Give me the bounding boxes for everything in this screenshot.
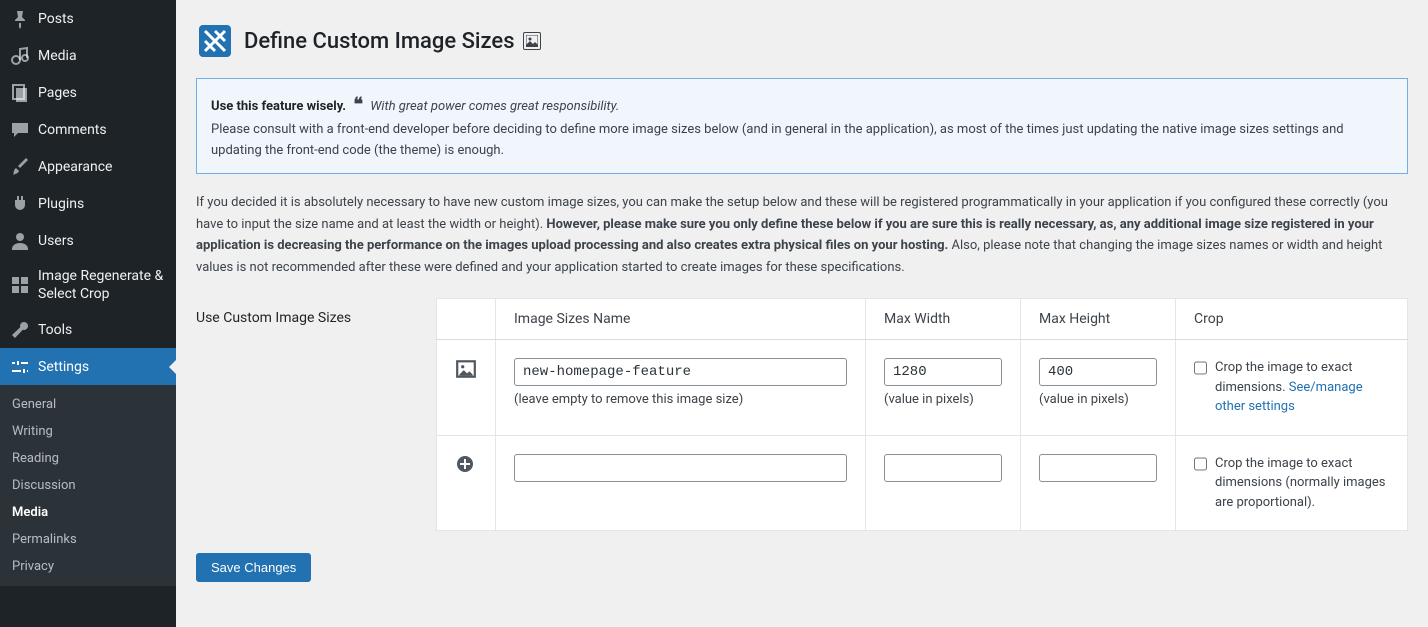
column-header-width: Max Width [866,299,1021,340]
sidebar-item-label: Settings [38,359,89,375]
admin-sidebar: Posts Media Pages Comments Appearance Pl… [0,0,176,627]
crop-label: Crop the image to exact dimensions. See/… [1215,358,1389,417]
sidebar-item-label: Tools [38,322,72,338]
sidebar-item-label: Pages [38,85,77,101]
column-header-crop: Crop [1176,299,1408,340]
sidebar-item-image-regenerate[interactable]: Image Regenerate & Select Crop [0,259,176,311]
submenu-permalinks[interactable]: Permalinks [0,526,176,553]
max-width-note: (value in pixels) [884,392,1002,407]
image-sizes-table: Image Sizes Name Max Width Max Height Cr… [436,298,1408,531]
sidebar-item-label: Posts [38,11,74,27]
quote-icon: ❝ [353,94,363,115]
image-icon [455,369,477,384]
sidebar-item-settings[interactable]: Settings [0,348,176,385]
image-badge-icon [523,32,541,50]
notice-body: Please consult with a front-end develope… [211,122,1344,158]
plug-icon [10,194,30,214]
crop-checkbox[interactable] [1194,456,1207,472]
crop-checkbox[interactable] [1194,360,1207,376]
brush-icon [10,157,30,177]
sidebar-item-label: Image Regenerate & Select Crop [38,267,166,303]
page-icon [10,83,30,103]
settings-submenu: General Writing Reading Discussion Media… [0,385,176,586]
sidebar-item-appearance[interactable]: Appearance [0,148,176,185]
page-title-wrap: Define Custom Image Sizes [196,22,1408,60]
intro-text: If you decided it is absolutely necessar… [196,192,1408,278]
section-label: Use Custom Image Sizes [196,298,416,326]
sliders-icon [10,357,30,377]
sidebar-item-comments[interactable]: Comments [0,111,176,148]
submenu-writing[interactable]: Writing [0,418,176,445]
sidebar-item-label: Users [38,233,74,249]
page-title-text: Define Custom Image Sizes [244,29,515,54]
comment-icon [10,120,30,140]
warning-notice: Use this feature wisely. ❝ With great po… [196,78,1408,174]
column-header-name: Image Sizes Name [496,299,866,340]
sidebar-item-label: Appearance [38,159,112,175]
size-name-note: (leave empty to remove this image size) [514,392,847,407]
sidebar-item-plugins[interactable]: Plugins [0,185,176,222]
notice-quote: With great power comes great responsibil… [370,99,619,114]
sidebar-item-tools[interactable]: Tools [0,311,176,348]
size-name-input[interactable] [514,358,847,386]
sidebar-item-label: Plugins [38,196,84,212]
user-icon [10,231,30,251]
size-name-input[interactable] [514,454,847,482]
sidebar-item-label: Comments [38,122,107,138]
crop-label: Crop the image to exact dimensions (norm… [1215,454,1389,513]
submenu-reading[interactable]: Reading [0,445,176,472]
pin-icon [10,9,30,29]
max-height-note: (value in pixels) [1039,392,1157,407]
submenu-general[interactable]: General [0,391,176,418]
column-header-height: Max Height [1021,299,1176,340]
sidebar-item-media[interactable]: Media [0,37,176,74]
max-width-input[interactable] [884,454,1002,482]
media-icon [10,46,30,66]
submenu-discussion[interactable]: Discussion [0,472,176,499]
save-changes-button[interactable]: Save Changes [196,553,311,582]
table-row: (leave empty to remove this image size) … [437,340,1408,436]
table-row: Crop the image to exact dimensions (norm… [437,435,1408,531]
submenu-media[interactable]: Media [0,499,176,526]
sidebar-item-label: Media [38,48,77,64]
plus-circle-icon [455,463,475,478]
page-title: Define Custom Image Sizes [244,29,541,54]
notice-strong: Use this feature wisely. [211,99,346,114]
sidebar-item-pages[interactable]: Pages [0,74,176,111]
sidebar-item-posts[interactable]: Posts [0,0,176,37]
max-width-input[interactable] [884,358,1002,386]
regenerate-icon [10,275,30,295]
max-height-input[interactable] [1039,454,1157,482]
sidebar-item-users[interactable]: Users [0,222,176,259]
main-content: Define Custom Image Sizes Use this featu… [176,0,1428,627]
submenu-privacy[interactable]: Privacy [0,553,176,580]
max-height-input[interactable] [1039,358,1157,386]
wrench-icon [10,320,30,340]
page-title-icon [196,22,234,60]
